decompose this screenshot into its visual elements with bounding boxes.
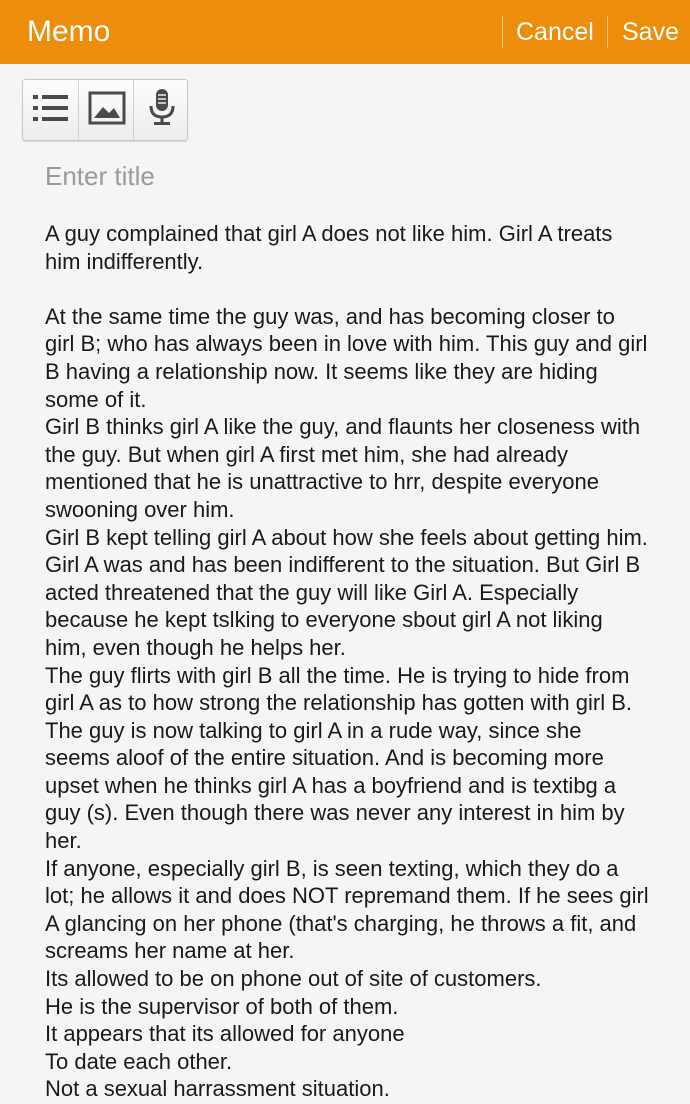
memo-toolbar xyxy=(22,79,188,141)
image-icon xyxy=(88,91,126,130)
title-input[interactable] xyxy=(45,158,645,194)
cancel-button[interactable]: Cancel xyxy=(516,17,594,47)
list-icon xyxy=(32,92,70,129)
app-header: Memo Cancel Save xyxy=(0,0,690,64)
microphone-icon xyxy=(148,88,176,133)
header-divider xyxy=(607,16,608,48)
list-button[interactable] xyxy=(23,80,78,140)
memo-body-text[interactable]: A guy complained that girl A does not li… xyxy=(45,220,650,1103)
voice-memo-button[interactable] xyxy=(133,80,189,140)
save-button[interactable]: Save xyxy=(622,17,679,47)
app-title: Memo xyxy=(27,15,111,48)
header-divider xyxy=(502,16,503,48)
insert-image-button[interactable] xyxy=(78,80,134,140)
